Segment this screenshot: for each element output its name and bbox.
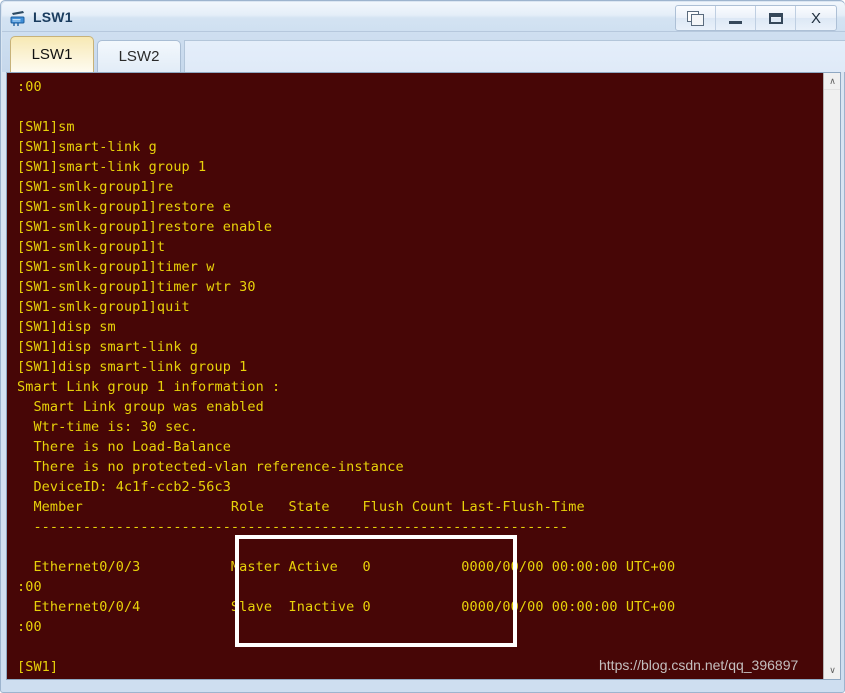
terminal-output[interactable]: :00 [SW1]sm [SW1]smart-link g [SW1]smart-li… [7, 73, 825, 679]
terminal-line: [SW1]sm [17, 119, 75, 135]
terminal-line: [SW1]smart-link g [17, 139, 157, 155]
terminal-line: [SW1-smlk-group1]restore e [17, 199, 231, 215]
terminal-line: [SW1-smlk-group1]restore enable [17, 219, 273, 235]
tab-strip-filler [184, 40, 845, 72]
terminal-scrollbar[interactable]: ∧ ∨ [823, 73, 840, 679]
terminal-panel: :00 [SW1]sm [SW1]smart-link g [SW1]smart-li… [6, 72, 841, 680]
tab-lsw1-label: LSW1 [31, 46, 73, 63]
minimize-icon [729, 20, 742, 24]
device-cli-window: LSW1 X LSW1 LSW2:00 [SW1]sm [SW1]smart-… [0, 0, 845, 693]
tab-lsw2[interactable]: LSW2 [97, 40, 181, 72]
terminal-line: :00 [17, 79, 42, 95]
terminal-line: [SW1]disp smart-link g [17, 339, 199, 355]
window-controls: X [675, 5, 837, 31]
terminal-line: Member Role State Flush Count Last-Flush… [17, 499, 585, 515]
terminal-line: There is no Load-Balance [17, 439, 231, 455]
restore-icon [686, 10, 705, 26]
title-bar: LSW1 X [2, 2, 845, 32]
close-icon: X [810, 9, 821, 27]
minimize-window-button[interactable] [716, 6, 756, 30]
terminal-line: [SW1-smlk-group1]t [17, 239, 166, 255]
terminal-line: Smart Link group was enabled [17, 399, 264, 415]
terminal-line: [SW1]disp smart-link group 1 [17, 359, 248, 375]
scroll-up-button[interactable]: ∧ [824, 73, 840, 90]
terminal-line: :00 [17, 579, 42, 595]
terminal-line: Smart Link group 1 information : [17, 379, 281, 395]
terminal-line: [SW1-smlk-group1]re [17, 179, 174, 195]
terminal-line: ----------------------------------------… [17, 519, 569, 535]
terminal-line: Wtr-time is: 30 sec. [17, 419, 199, 435]
terminal-line: [SW1]smart-link group 1 [17, 159, 207, 175]
terminal-line: [SW1-smlk-group1]timer w [17, 259, 215, 275]
terminal-line: [SW1-smlk-group1]timer wtr 30 [17, 279, 256, 295]
terminal-line: There is no protected-vlan reference-ins… [17, 459, 404, 475]
window-title: LSW1 [33, 8, 73, 25]
close-window-button[interactable]: X [796, 6, 836, 30]
maximize-icon [768, 12, 783, 24]
tab-strip: LSW1 LSW2 [2, 32, 845, 72]
scroll-down-button[interactable]: ∨ [824, 662, 840, 679]
terminal-line: DeviceID: 4c1f-ccb2-56c3 [17, 479, 231, 495]
tab-lsw1[interactable]: LSW1 [10, 36, 94, 72]
restore-window-button[interactable] [676, 6, 716, 30]
terminal-line: [SW1-smlk-group1]quit [17, 299, 190, 315]
watermark-text: https://blog.csdn.net/qq_396897 [599, 657, 799, 673]
terminal-line: :00 [17, 619, 42, 635]
terminal-line: Ethernet0/0/3 Master Active 0 0000/00/00… [17, 559, 676, 575]
switch-device-icon [9, 7, 29, 27]
maximize-window-button[interactable] [756, 6, 796, 30]
tab-lsw2-label: LSW2 [118, 48, 160, 65]
terminal-line: Ethernet0/0/4 Slave Inactive 0 0000/00/0… [17, 599, 676, 615]
terminal-line: [SW1]disp sm [17, 319, 116, 335]
